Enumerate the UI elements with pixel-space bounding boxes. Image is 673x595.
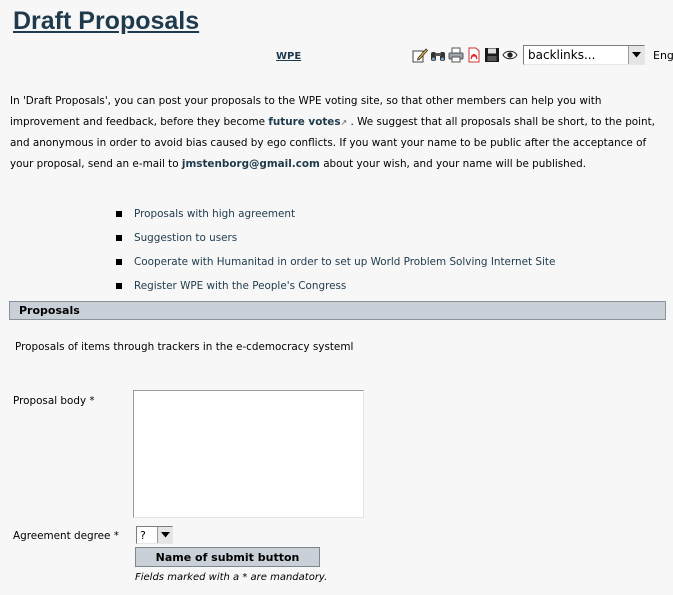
pdf-icon[interactable] (466, 47, 482, 63)
edit-icon[interactable] (412, 47, 428, 63)
link-suggestion-users[interactable]: Suggestion to users (134, 232, 237, 244)
list-item: Suggestion to users (116, 226, 555, 250)
agreement-degree-select[interactable]: ? (136, 526, 173, 544)
link-cooperate-humanitad[interactable]: Cooperate with Humanitad in order to set… (134, 256, 555, 268)
watch-icon[interactable] (502, 47, 518, 63)
wpe-link[interactable]: WPE (276, 51, 301, 62)
print-icon[interactable] (448, 47, 464, 63)
submit-button[interactable]: Name of submit button (135, 547, 320, 567)
list-item: Register WPE with the People's Congress (116, 274, 555, 298)
chevron-down-icon[interactable] (157, 527, 172, 543)
page-toolbar: backlinks... English (412, 43, 673, 67)
page-title[interactable]: Draft Proposals (13, 7, 199, 36)
mandatory-note: Fields marked with a * are mandatory. (135, 572, 328, 583)
bullet-icon (116, 211, 122, 217)
intro-text-part-3: about your wish, and your name will be p… (319, 157, 587, 170)
section-header: Proposals (9, 301, 666, 320)
backlinks-select[interactable]: backlinks... (523, 45, 645, 65)
agreement-degree-value: ? (140, 528, 146, 542)
future-votes-link[interactable]: future votes (268, 116, 340, 128)
save-icon[interactable] (484, 47, 500, 63)
binoculars-icon[interactable] (430, 47, 446, 63)
intro-text: In 'Draft Proposals', you can post your … (10, 91, 670, 174)
proposal-body-label: Proposal body * (13, 395, 95, 407)
chevron-down-icon[interactable] (628, 46, 644, 64)
link-register-peoples-congress[interactable]: Register WPE with the People's Congress (134, 280, 346, 292)
bullet-icon (116, 259, 122, 265)
link-high-agreement[interactable]: Proposals with high agreement (134, 208, 295, 220)
proposal-body-textarea[interactable] (133, 390, 364, 518)
bullet-icon (116, 235, 122, 241)
section-subtitle: Proposals of items through trackers in t… (15, 341, 354, 353)
list-item: Proposals with high agreement (116, 202, 555, 226)
bullet-icon (116, 283, 122, 289)
email-link[interactable]: jmstenborg@gmail.com (182, 158, 320, 170)
language-label[interactable]: English (653, 49, 673, 62)
link-list: Proposals with high agreement Suggestion… (116, 202, 555, 298)
list-item: Cooperate with Humanitad in order to set… (116, 250, 555, 274)
backlinks-value: backlinks... (528, 48, 596, 62)
agreement-degree-label: Agreement degree * (13, 530, 119, 542)
